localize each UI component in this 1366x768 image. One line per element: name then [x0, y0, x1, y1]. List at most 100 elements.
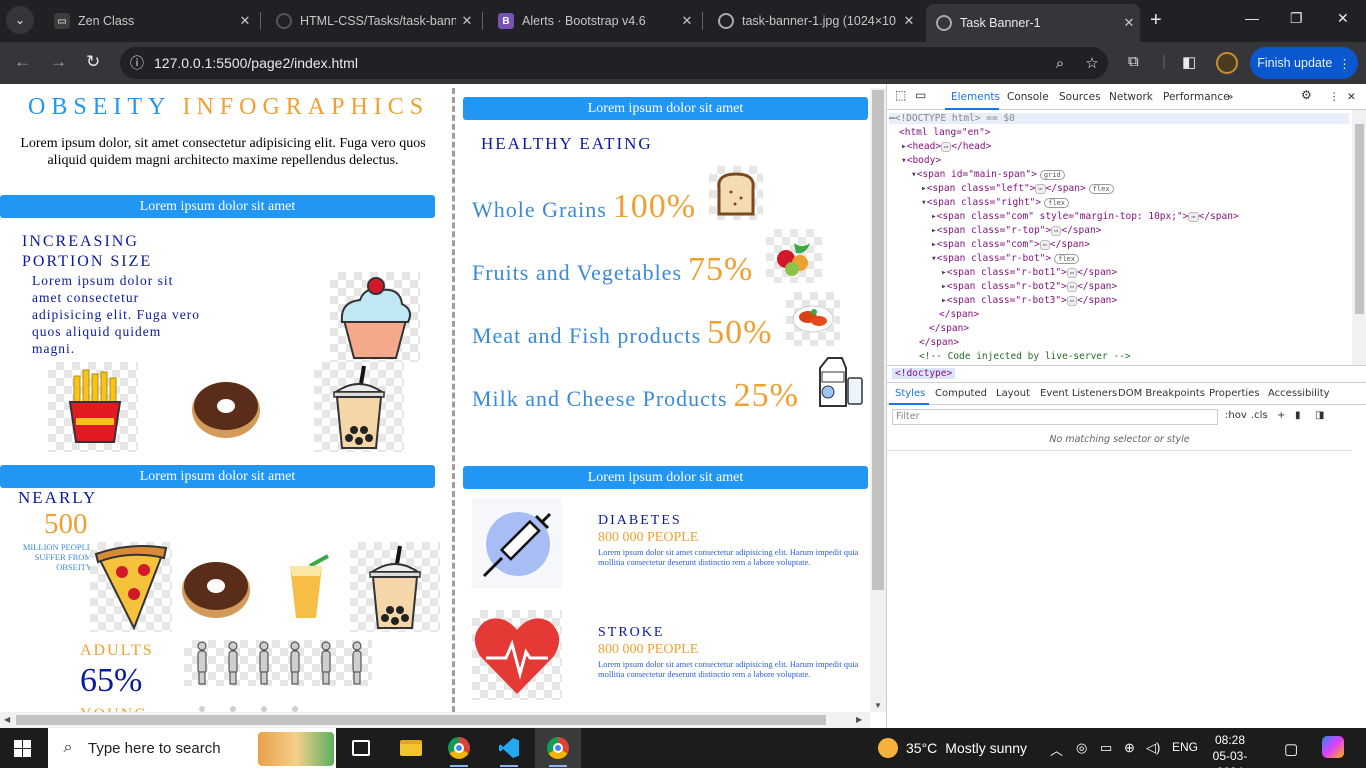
address-bar[interactable]: ⓘ 127.0.0.1:5500/page2/index.html ⌕ ☆ — [120, 47, 1108, 79]
tab-properties[interactable]: Properties — [1209, 388, 1260, 399]
language-indicator[interactable]: ENG — [1172, 740, 1198, 754]
scrollbar-thumb[interactable] — [16, 715, 826, 725]
bookmark-star-icon[interactable]: ☆ — [1076, 54, 1108, 72]
dom-line-comment[interactable]: <!-- Code injected by live-server --> — [919, 351, 1131, 362]
file-explorer-button[interactable] — [388, 728, 434, 768]
tab-dom-breakpoints[interactable]: DOM Breakpoints — [1118, 388, 1205, 399]
devtools-tab-elements[interactable]: Elements — [951, 91, 1000, 103]
page-vertical-scrollbar[interactable]: ▼ — [870, 88, 886, 712]
dom-scrollbar[interactable] — [1352, 110, 1366, 365]
page-horizontal-scrollbar[interactable]: ◀ ▶ — [0, 712, 870, 728]
tab-task-banner-image[interactable]: task-banner-1.jpg (1024×10 ✕ — [708, 4, 920, 38]
dom-line-r-bot1[interactable]: ▸<span class="r-bot1"> ⋯ </span> — [941, 267, 1117, 278]
dom-line-close[interactable]: </span> — [929, 323, 969, 334]
clock[interactable]: 08:28 05-03-2024 — [1202, 732, 1258, 768]
dom-line-head[interactable]: ▸<head> ⋯ </head> — [901, 141, 991, 152]
scrollbar-thumb[interactable] — [872, 90, 884, 590]
new-rule-icon[interactable]: + — [1277, 410, 1285, 421]
tab-bootstrap[interactable]: B Alerts · Bootstrap v4.6 ✕ — [488, 4, 698, 38]
flex-badge[interactable]: flex — [1054, 253, 1079, 264]
flex-badge[interactable]: flex — [1088, 183, 1114, 194]
camera-icon[interactable]: ◎ — [1076, 740, 1087, 756]
paint-brush-icon[interactable]: ▮ — [1295, 410, 1301, 421]
tab-event-listeners[interactable]: Event Listeners — [1040, 388, 1117, 399]
finish-update-button[interactable]: Finish update ⋮ — [1250, 47, 1358, 79]
dom-line-com[interactable]: ▸<span class="com"> ⋯ </span> — [931, 239, 1090, 250]
site-info-icon[interactable]: ⓘ — [120, 53, 154, 73]
tab-zen-class[interactable]: ▭ Zen Class ✕ — [44, 4, 256, 38]
window-close-button[interactable]: ✕ — [1337, 10, 1349, 27]
volume-icon[interactable]: ◁) — [1146, 740, 1160, 756]
sidebar-toggle-icon[interactable]: ◨ — [1315, 410, 1324, 421]
zoom-icon[interactable]: ⌕ — [1044, 55, 1076, 72]
dom-line-body[interactable]: ▾<body> — [901, 155, 941, 166]
profile-avatar[interactable] — [1216, 52, 1238, 74]
settings-gear-icon[interactable]: ⚙ — [1301, 88, 1312, 102]
restore-button[interactable]: ❐ — [1290, 10, 1303, 27]
devtools-tab-console[interactable]: Console — [1007, 91, 1049, 103]
notifications-icon[interactable]: ▢ — [1284, 740, 1298, 758]
hov-toggle[interactable]: :hov — [1225, 410, 1247, 421]
close-icon[interactable]: ✕ — [456, 13, 478, 29]
task-view-button[interactable] — [338, 728, 384, 768]
network-icon[interactable]: ⊕ — [1124, 740, 1135, 756]
dom-line-html[interactable]: <html lang="en"> — [899, 127, 991, 138]
scroll-down-arrow[interactable]: ▼ — [874, 701, 882, 710]
scroll-right-arrow[interactable]: ▶ — [856, 715, 862, 724]
scroll-left-arrow[interactable]: ◀ — [4, 715, 10, 724]
dom-line-doctype[interactable]: ⋯<!DOCTYPE html> == $0 — [889, 113, 1349, 124]
tab-github[interactable]: HTML-CSS/Tasks/task-banne ✕ — [266, 4, 478, 38]
weather-widget[interactable]: 35°C Mostly sunny — [878, 728, 1027, 768]
tab-search-button[interactable]: ⌄ — [6, 6, 34, 34]
flex-badge[interactable]: flex — [1044, 197, 1069, 208]
close-icon[interactable]: ✕ — [234, 13, 256, 29]
dom-line-r-bot[interactable]: ▾<span class="r-bot"> flex — [931, 253, 1079, 264]
cls-toggle[interactable]: .cls — [1251, 410, 1268, 421]
tab-layout[interactable]: Layout — [996, 388, 1030, 399]
chevron-up-icon[interactable]: ︿ — [1050, 740, 1063, 759]
chrome-taskbar-button[interactable] — [436, 728, 482, 768]
devtools-tab-sources[interactable]: Sources — [1059, 91, 1101, 103]
dom-line-r-top[interactable]: ▸<span class="r-top"> ⋯ </span> — [931, 225, 1101, 236]
close-devtools-icon[interactable]: ✕ — [1347, 91, 1356, 103]
dom-line-com-style[interactable]: ▸<span class="com" style="margin-top: 10… — [931, 211, 1239, 222]
dom-line-close[interactable]: </span> — [939, 309, 979, 320]
windows-start-icon[interactable] — [14, 740, 31, 757]
vscode-taskbar-button[interactable] — [486, 728, 532, 768]
grid-badge[interactable]: grid — [1039, 169, 1065, 180]
minimize-button[interactable]: — — [1245, 10, 1259, 26]
close-icon[interactable]: ✕ — [898, 13, 920, 29]
dom-line-right[interactable]: ▾<span class="right"> flex — [921, 197, 1069, 208]
tab-task-banner-1[interactable]: Task Banner-1 ✕ — [926, 4, 1140, 42]
dom-line-r-bot3[interactable]: ▸<span class="r-bot3"> ⋯ </span> — [941, 295, 1117, 306]
dom-line-close[interactable]: </span> — [919, 337, 959, 348]
dom-line-main-span[interactable]: ▾<span id="main-span"> grid — [911, 169, 1065, 180]
scrollbar-thumb[interactable] — [1355, 124, 1364, 314]
side-panel-icon[interactable]: ◧ — [1182, 53, 1196, 71]
styles-filter-input[interactable]: Filter — [892, 409, 1218, 425]
more-tabs-icon[interactable]: » — [1227, 91, 1233, 103]
close-icon[interactable]: ✕ — [1118, 15, 1140, 31]
forward-button[interactable]: → — [50, 52, 67, 72]
breadcrumb-item[interactable]: <!doctype> — [892, 368, 956, 379]
back-button[interactable]: ← — [14, 52, 31, 72]
chrome-active-taskbar-button[interactable] — [535, 728, 581, 768]
more-vertical-icon[interactable]: ⋮ — [1329, 91, 1340, 103]
inspect-element-icon[interactable]: ⬚ — [895, 88, 906, 102]
devtools-tab-performance[interactable]: Performance — [1163, 91, 1230, 103]
devtools-tab-network[interactable]: Network — [1109, 91, 1153, 103]
battery-icon[interactable]: ▭ — [1100, 740, 1112, 756]
tab-styles[interactable]: Styles — [895, 388, 925, 399]
dom-line-left[interactable]: ▸<span class="left"> ⋯ </span> flex — [921, 183, 1114, 194]
copilot-icon[interactable] — [1322, 736, 1344, 758]
extensions-icon[interactable]: ⧉ — [1128, 53, 1139, 70]
dom-line-r-bot2[interactable]: ▸<span class="r-bot2"> ⋯ </span> — [941, 281, 1117, 292]
tab-accessibility[interactable]: Accessibility — [1268, 388, 1330, 399]
close-icon[interactable]: ✕ — [676, 13, 698, 29]
search-highlight-image[interactable] — [258, 732, 334, 766]
tab-computed[interactable]: Computed — [935, 388, 987, 399]
new-tab-button[interactable]: + — [1150, 10, 1162, 30]
ellipsis-icon: ⋯ — [941, 141, 952, 152]
reload-button[interactable]: ↻ — [86, 52, 100, 72]
device-toolbar-icon[interactable]: ▭ — [915, 88, 926, 102]
